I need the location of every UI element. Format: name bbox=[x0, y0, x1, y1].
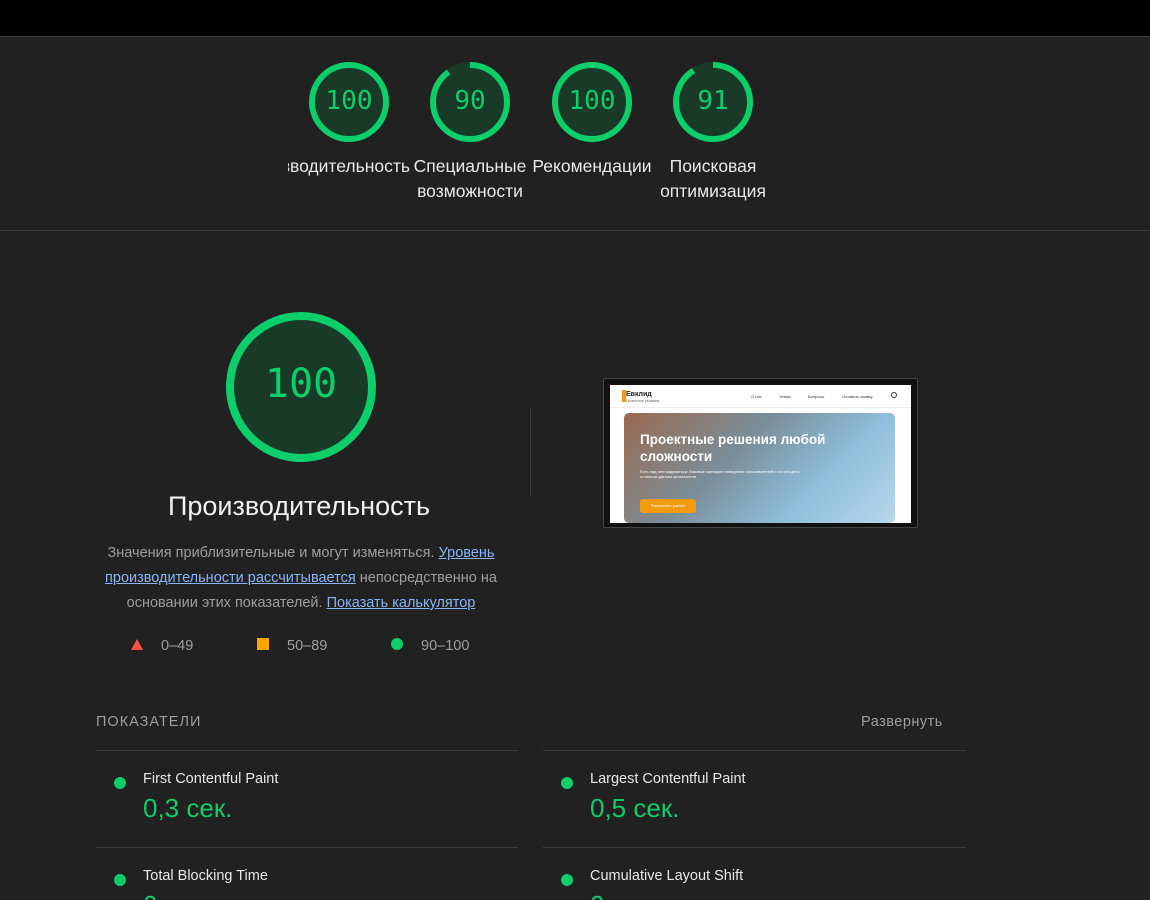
preview-nav-link: Этапы bbox=[779, 394, 791, 399]
gauge-seo[interactable]: 91 bbox=[672, 61, 754, 143]
preview-hero-title: Проектные решения любой сложности bbox=[640, 432, 826, 464]
legend-pass: 90–100 bbox=[391, 638, 469, 654]
preview-nav-link: Вопросы bbox=[808, 394, 825, 399]
preview-nav: Евклид Проектные решения О нас Этапы Воп… bbox=[610, 385, 911, 408]
divider bbox=[543, 750, 966, 751]
divider bbox=[96, 847, 518, 848]
gauge-score: 90 bbox=[454, 86, 486, 116]
legend-average: 50–89 bbox=[257, 638, 327, 654]
gauge-label-best-practices: Рекомендации bbox=[532, 156, 652, 176]
metric-tbt: Total Blocking Time 0 мс bbox=[96, 868, 518, 900]
metric-name: First Contentful Paint bbox=[143, 771, 279, 787]
preview-logo-sub: Проектные решения bbox=[626, 399, 660, 403]
gauge-label-seo: Поисковая оптимизация bbox=[660, 156, 766, 201]
legend-fail: 0–49 bbox=[131, 638, 193, 654]
preview-hero-button: Рассчитать расчёт bbox=[640, 499, 696, 513]
performance-description: Значения приблизительные и могут изменят… bbox=[96, 541, 506, 616]
page-screenshot-preview[interactable]: Евклид Проектные решения О нас Этапы Воп… bbox=[603, 378, 918, 528]
legend-range: 50–89 bbox=[287, 638, 328, 654]
metric-name: Largest Contentful Paint bbox=[590, 771, 746, 787]
gauge-performance[interactable]: 100 bbox=[308, 61, 390, 143]
triangle-icon bbox=[131, 639, 143, 650]
metric-name: Cumulative Layout Shift bbox=[590, 868, 744, 884]
preview-nav-link: О нас bbox=[751, 394, 762, 399]
desc-text: Значения приблизительные и могут изменят… bbox=[107, 545, 439, 561]
preview-hero: Проектные решения любой сложности Есть н… bbox=[624, 413, 895, 523]
gauge-score: 100 bbox=[568, 86, 616, 116]
performance-score: 100 bbox=[264, 361, 338, 407]
gauge-accessibility[interactable]: 90 bbox=[429, 61, 511, 143]
metric-value: 0,3 сек. bbox=[143, 793, 233, 823]
gauge-score: 91 bbox=[697, 86, 729, 116]
preview-logo: Евклид bbox=[626, 391, 652, 398]
preview-hero-sub: Есть над чем задуматься: базовые сценари… bbox=[640, 469, 800, 479]
metric-lcp: Largest Contentful Paint 0,5 сек. bbox=[543, 771, 966, 831]
performance-big-gauge: 100 bbox=[225, 311, 377, 463]
divider bbox=[530, 408, 531, 496]
circle-icon bbox=[114, 874, 126, 886]
square-icon bbox=[257, 638, 269, 650]
gauge-score: 100 bbox=[325, 86, 373, 116]
metric-value: 0,5 сек. bbox=[590, 793, 680, 823]
gauge-best-practices[interactable]: 100 bbox=[551, 61, 633, 143]
preview-nav-link: Оставить заявку bbox=[842, 394, 873, 399]
divider bbox=[96, 750, 518, 751]
metric-fcp: First Contentful Paint 0,3 сек. bbox=[96, 771, 518, 831]
divider bbox=[543, 847, 966, 848]
metric-cls: Cumulative Layout Shift 0 bbox=[543, 868, 966, 900]
circle-icon bbox=[114, 777, 126, 789]
legend-range: 0–49 bbox=[161, 638, 194, 654]
performance-title: Производительность bbox=[167, 491, 431, 521]
circle-icon bbox=[561, 777, 573, 789]
legend-range: 90–100 bbox=[421, 638, 470, 654]
score-summary: 100 Производительность 90 Специальные во… bbox=[0, 37, 1150, 231]
gauge-label-accessibility: Специальные возможности bbox=[413, 156, 527, 201]
metric-value: 0 bbox=[590, 890, 604, 900]
metric-value: 0 мс bbox=[143, 890, 196, 900]
search-icon bbox=[891, 392, 897, 398]
circle-icon bbox=[391, 638, 403, 650]
top-bar bbox=[0, 0, 1150, 37]
show-calculator-link[interactable]: Показать калькулятор bbox=[327, 595, 476, 611]
metrics-heading: ПОКАЗАТЕЛИ bbox=[96, 714, 202, 730]
metric-name: Total Blocking Time bbox=[143, 868, 268, 884]
circle-icon bbox=[561, 874, 573, 886]
expand-toggle[interactable]: Развернуть bbox=[861, 714, 943, 730]
gauge-label-performance: Производительность bbox=[288, 156, 410, 176]
